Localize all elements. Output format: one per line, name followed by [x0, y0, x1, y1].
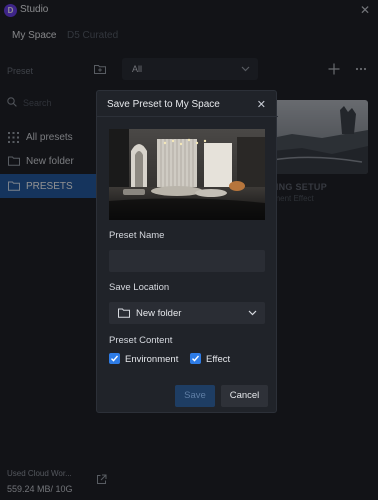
cancel-button[interactable]: Cancel	[221, 385, 268, 407]
dialog-title: Save Preset to My Space	[107, 99, 220, 110]
dialog-close-icon[interactable]: ✕	[257, 98, 266, 111]
save-location-dropdown[interactable]: New folder	[109, 302, 265, 324]
preset-name-input[interactable]	[109, 250, 265, 272]
preset-content-label: Preset Content	[109, 335, 173, 346]
environment-checkbox[interactable]	[109, 353, 120, 364]
preset-name-label: Preset Name	[109, 230, 165, 241]
save-location-value: New folder	[136, 308, 182, 319]
save-button[interactable]: Save	[175, 385, 215, 407]
preset-preview-image	[109, 129, 265, 220]
dialog-divider	[97, 116, 278, 117]
effect-checkbox[interactable]	[190, 353, 201, 364]
environment-checkbox-label: Environment	[125, 354, 179, 365]
save-location-label: Save Location	[109, 282, 170, 293]
chevron-down-icon	[248, 310, 257, 316]
check-icon	[192, 355, 200, 362]
check-icon	[111, 355, 119, 362]
save-preset-dialog: Save Preset to My Space ✕ Preset Name Sa…	[96, 90, 278, 413]
effect-checkbox-label: Effect	[206, 354, 231, 365]
folder-icon	[118, 308, 130, 318]
